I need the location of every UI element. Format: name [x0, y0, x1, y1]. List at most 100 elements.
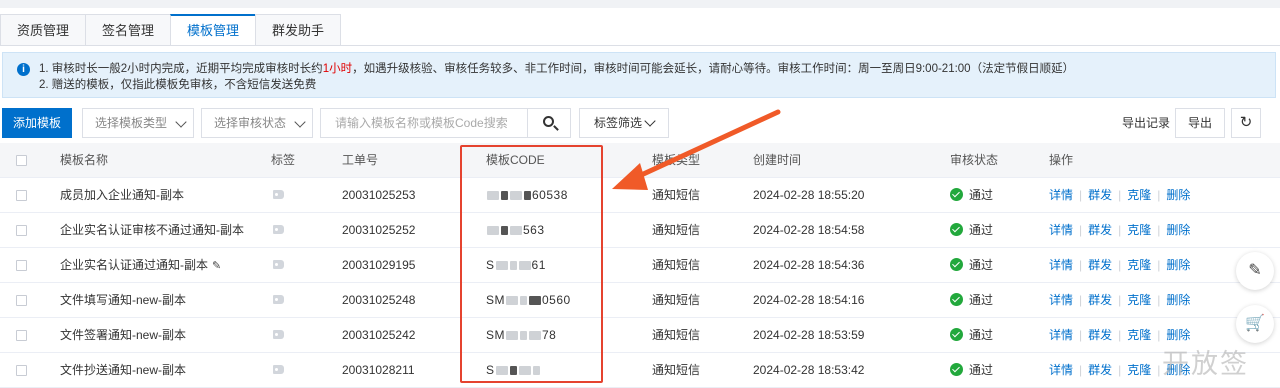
edit-float-button[interactable]: ✎ [1236, 252, 1274, 290]
col-actions: 操作 [1049, 153, 1074, 167]
review-status: 通过 [950, 178, 993, 212]
row-checkbox[interactable] [16, 260, 27, 271]
row-checkbox[interactable] [16, 295, 27, 306]
row-actions: 详情 | 群发 | 克隆 | 删除 [1049, 213, 1190, 247]
table-row: 成员加入企业通知-副本 20031025253 60538 通知短信 2024-02-2… [0, 178, 1280, 213]
action-bulk-send-link[interactable]: 群发 [1088, 188, 1112, 202]
created-time: 2024-02-28 18:54:58 [753, 223, 865, 237]
action-delete-link[interactable]: 删除 [1166, 188, 1190, 202]
action-detail-link[interactable]: 详情 [1049, 293, 1073, 307]
search-button[interactable] [527, 108, 571, 138]
check-circle-icon [950, 188, 963, 202]
table-row: 文件填写通知-new-副本 20031025248 SM 0560 通知短信 2024-0… [0, 283, 1280, 318]
action-separator: | [1079, 328, 1083, 342]
template-type-select[interactable]: 选择模板类型 [82, 108, 194, 138]
template-type: 通知短信 [652, 363, 701, 377]
action-separator: | [1079, 293, 1083, 307]
refresh-button[interactable]: ↻ [1231, 108, 1261, 138]
row-checkbox[interactable] [16, 190, 27, 201]
template-name-text: 文件签署通知-new-副本 [60, 328, 187, 342]
tab-qualification[interactable]: 资质管理 [0, 14, 87, 46]
chevron-down-icon [294, 116, 306, 128]
action-clone-link[interactable]: 克隆 [1127, 188, 1151, 202]
created-time: 2024-02-28 18:53:42 [753, 363, 865, 377]
tag-icon[interactable] [273, 330, 284, 339]
tag-icon[interactable] [273, 295, 284, 304]
template-name-text: 企业实名认证通过通知-副本 [60, 258, 208, 272]
action-delete-link[interactable]: 删除 [1166, 258, 1190, 272]
action-separator: | [1157, 188, 1161, 202]
action-detail-link[interactable]: 详情 [1049, 328, 1073, 342]
row-checkbox[interactable] [16, 225, 27, 236]
tag-icon[interactable] [273, 190, 284, 199]
tag-icon[interactable] [273, 365, 284, 374]
review-status: 通过 [950, 248, 993, 282]
action-bulk-send-link[interactable]: 群发 [1088, 363, 1112, 377]
chevron-down-icon [644, 115, 656, 127]
export-log-link[interactable]: 导出记录 [1122, 108, 1170, 138]
action-clone-link[interactable]: 克隆 [1127, 328, 1151, 342]
action-bulk-send-link[interactable]: 群发 [1088, 293, 1112, 307]
action-separator: | [1118, 328, 1122, 342]
col-type: 模板类型 [652, 153, 701, 167]
tab-divider [0, 45, 1280, 46]
action-clone-link[interactable]: 克隆 [1127, 258, 1151, 272]
tag-icon[interactable] [273, 260, 284, 269]
select-all-checkbox[interactable] [16, 155, 27, 166]
action-separator: | [1157, 293, 1161, 307]
search-icon [543, 116, 554, 127]
export-button[interactable]: 导出 [1175, 108, 1225, 138]
check-circle-icon [950, 293, 963, 307]
tab-signature[interactable]: 签名管理 [85, 14, 172, 46]
template-name: 成员加入企业通知-副本 [60, 178, 184, 212]
table-row: 文件抄送通知-new-副本 20031028211 S 通知短信 2024-02-28 … [0, 353, 1280, 388]
action-delete-link[interactable]: 删除 [1166, 293, 1190, 307]
review-status-text: 通过 [969, 223, 994, 237]
ticket-number: 20031025248 [342, 293, 416, 307]
created-time: 2024-02-28 18:55:20 [753, 188, 865, 202]
add-template-button[interactable]: 添加模板 [2, 108, 72, 138]
row-actions: 详情 | 群发 | 克隆 | 删除 [1049, 248, 1190, 282]
review-status-text: 通过 [969, 293, 994, 307]
action-clone-link[interactable]: 克隆 [1127, 293, 1151, 307]
col-status: 审核状态 [950, 153, 999, 167]
check-circle-icon [950, 223, 963, 237]
action-delete-link[interactable]: 删除 [1166, 223, 1190, 237]
action-clone-link[interactable]: 克隆 [1127, 223, 1151, 237]
action-detail-link[interactable]: 详情 [1049, 258, 1073, 272]
col-ticket: 工单号 [342, 153, 379, 167]
notice-line-2: 2. 赠送的模板，仅指此模板免审核，不含短信发送免费 [39, 79, 317, 91]
search-input[interactable]: 请输入模板名称或模板Code搜索 [320, 108, 528, 138]
tag-filter-button[interactable]: 标签筛选 [579, 108, 669, 138]
action-separator: | [1118, 258, 1122, 272]
info-icon: i [17, 63, 30, 76]
action-clone-link[interactable]: 克隆 [1127, 363, 1151, 377]
action-bulk-send-link[interactable]: 群发 [1088, 328, 1112, 342]
action-bulk-send-link[interactable]: 群发 [1088, 223, 1112, 237]
review-status-select[interactable]: 选择审核状态 [201, 108, 313, 138]
created-time: 2024-02-28 18:54:16 [753, 293, 865, 307]
review-status-text: 通过 [969, 328, 994, 342]
action-delete-link[interactable]: 删除 [1166, 328, 1190, 342]
check-circle-icon [950, 363, 963, 377]
toolbar: 添加模板 选择模板类型 选择审核状态 请输入模板名称或模板Code搜索 标签筛选… [0, 108, 1280, 138]
row-checkbox[interactable] [16, 365, 27, 376]
template-type: 通知短信 [652, 328, 701, 342]
action-separator: | [1118, 223, 1122, 237]
tag-icon[interactable] [273, 225, 284, 234]
action-separator: | [1157, 363, 1161, 377]
action-detail-link[interactable]: 详情 [1049, 363, 1073, 377]
tab-bulk-send[interactable]: 群发助手 [255, 14, 342, 46]
notice-banner: i 1. 审核时长一般2小时内完成，近期平均完成审核时长约1小时，如遇升级核验、… [2, 52, 1276, 98]
action-bulk-send-link[interactable]: 群发 [1088, 258, 1112, 272]
cart-float-button[interactable]: 🛒 [1236, 305, 1274, 343]
edit-name-icon[interactable]: ✎ [212, 249, 221, 283]
action-separator: | [1157, 223, 1161, 237]
action-separator: | [1079, 188, 1083, 202]
action-detail-link[interactable]: 详情 [1049, 223, 1073, 237]
table-header: 模板名称 标签 工单号 模板CODE 模板类型 创建时间 审核状态 操作 [0, 143, 1280, 178]
action-detail-link[interactable]: 详情 [1049, 188, 1073, 202]
tab-template[interactable]: 模板管理 [170, 14, 257, 46]
row-checkbox[interactable] [16, 330, 27, 341]
action-separator: | [1079, 363, 1083, 377]
